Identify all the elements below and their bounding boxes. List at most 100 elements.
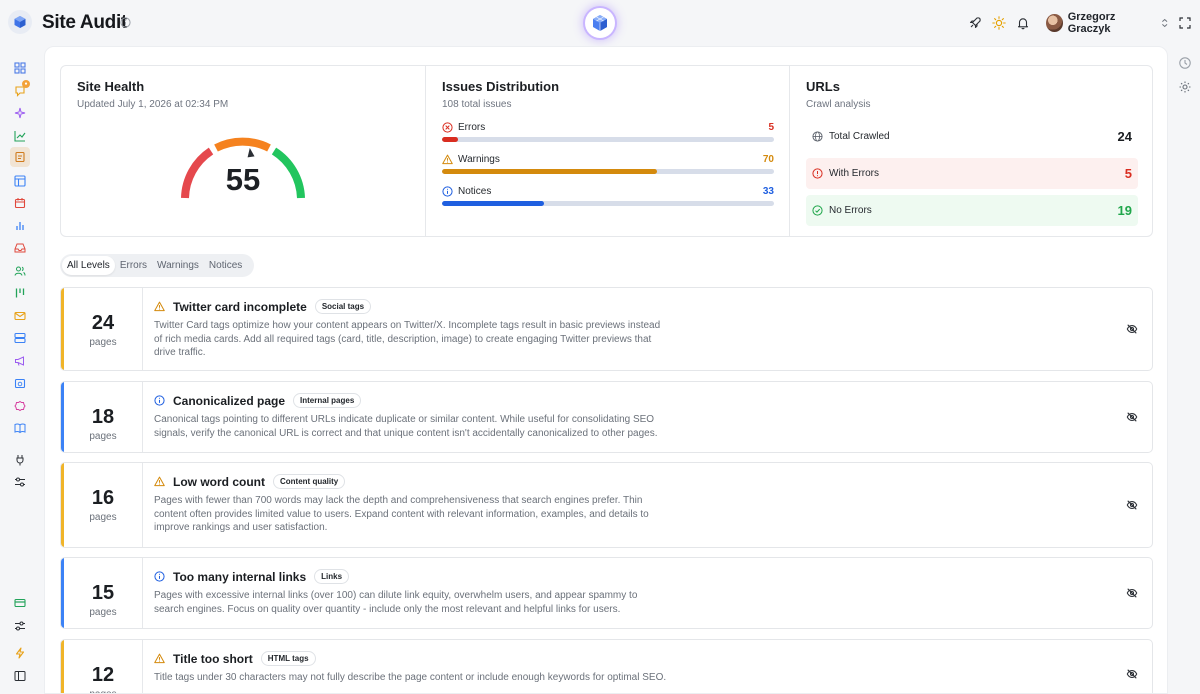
rocket-icon[interactable]: [968, 16, 982, 30]
info-circle-icon: [442, 186, 453, 197]
inbox-icon[interactable]: [10, 238, 30, 258]
user-menu[interactable]: Grzegorz Graczyk: [1042, 11, 1168, 35]
issue-header: Low word count Content quality: [154, 474, 346, 489]
issue-title[interactable]: Twitter card incomplete: [173, 300, 307, 314]
left-sidebar: ●: [0, 50, 40, 694]
check-circle-icon: [812, 205, 823, 216]
notices-label: Notices: [458, 186, 492, 197]
info-circle-icon: [154, 571, 165, 582]
affected-count-unit: pages: [89, 607, 117, 618]
line-chart-icon[interactable]: [10, 126, 30, 146]
affected-count-number: 18: [91, 406, 115, 428]
issue-category-tag: Links: [314, 569, 350, 584]
issue-card[interactable]: 12 pages Title too short HTML tags Title tag…: [60, 639, 1153, 693]
errors-label: Errors: [458, 122, 486, 133]
avatar: [1046, 14, 1063, 32]
fullscreen-icon[interactable]: [1178, 16, 1192, 30]
layout-icon[interactable]: [10, 171, 30, 191]
sun-icon[interactable]: [992, 16, 1006, 30]
sliders-icon[interactable]: [10, 472, 30, 492]
app-logo[interactable]: [8, 10, 32, 34]
notices-bar: [442, 201, 774, 206]
total-crawled-label: Total Crawled: [829, 131, 890, 142]
cube-grid-icon: [593, 15, 607, 31]
affected-count-number: 12: [91, 664, 115, 686]
issue-title[interactable]: Low word count: [173, 475, 265, 489]
issue-card[interactable]: 24 pages Twitter card incomplete Social tag…: [60, 287, 1153, 371]
issue-header: Twitter card incomplete Social tags: [154, 299, 372, 314]
tab-warnings[interactable]: Warnings: [152, 256, 204, 275]
badge-heart-icon[interactable]: [10, 396, 30, 416]
notices-count: 33: [762, 186, 774, 197]
level-filter-tabs: All Levels Errors Warnings Notices: [60, 254, 254, 277]
credit-card-icon[interactable]: [10, 593, 30, 613]
error-circle-icon: [442, 122, 453, 133]
calendar-clock-icon[interactable]: [10, 373, 30, 393]
issue-description: Title tags under 30 characters may not f…: [154, 672, 667, 683]
eye-off-icon[interactable]: [1126, 499, 1138, 511]
chevron-updown-icon: [1161, 18, 1167, 28]
issue-card[interactable]: 18 pages Canonicalized page Internal pages C…: [60, 381, 1153, 453]
users-icon[interactable]: [10, 261, 30, 281]
info-circle-icon: [154, 395, 165, 406]
history-icon[interactable]: [1178, 56, 1192, 70]
no-errors-label: No Errors: [829, 205, 872, 216]
book-icon[interactable]: [10, 418, 30, 438]
gauge-needle: [247, 147, 255, 158]
site-audit-icon[interactable]: [10, 147, 30, 167]
issue-title[interactable]: Title too short: [173, 652, 253, 666]
sparkles-icon[interactable]: [10, 103, 30, 123]
warning-triangle-icon: [154, 653, 165, 664]
tab-all-levels[interactable]: All Levels: [62, 256, 115, 275]
warning-triangle-icon: [442, 154, 453, 165]
megaphone-icon[interactable]: [10, 351, 30, 371]
chat-icon[interactable]: ●: [10, 80, 30, 101]
site-health-updated: Updated July 1, 2026 at 02:34 PM: [77, 99, 229, 110]
issue-card[interactable]: 16 pages Low word count Content quality Page…: [60, 462, 1153, 548]
urls-card: URLs Crawl analysis Total Crawled 24 Wit…: [789, 66, 1152, 236]
issue-title[interactable]: Too many internal links: [173, 570, 306, 584]
affected-count-number: 16: [91, 487, 115, 509]
tab-notices[interactable]: Notices: [204, 256, 247, 275]
eye-off-icon[interactable]: [1126, 411, 1138, 423]
settings-sliders-icon[interactable]: [10, 616, 30, 636]
tab-errors[interactable]: Errors: [115, 256, 152, 275]
with-errors-label: With Errors: [829, 168, 879, 179]
eye-off-icon[interactable]: [1126, 668, 1138, 680]
globe-icon: [812, 131, 823, 142]
bar-chart-icon[interactable]: [10, 216, 30, 236]
issue-header: Too many internal links Links: [154, 569, 350, 584]
urls-title: URLs: [806, 79, 840, 94]
center-cube-logo[interactable]: [585, 8, 615, 38]
site-health-title: Site Health: [77, 79, 145, 94]
dashboard-icon[interactable]: [10, 58, 30, 78]
eye-off-icon[interactable]: [1126, 587, 1138, 599]
notices-row: Notices 33: [442, 186, 774, 212]
user-name: Grzegorz Graczyk: [1067, 11, 1116, 35]
affected-count: 24 pages: [64, 288, 143, 370]
no-errors-value: 19: [1117, 203, 1132, 218]
warnings-bar: [442, 169, 774, 174]
plug-icon[interactable]: [10, 450, 30, 470]
server-icon[interactable]: [10, 328, 30, 348]
kanban-icon[interactable]: [10, 283, 30, 303]
mail-icon[interactable]: [10, 306, 30, 326]
warning-triangle-icon: [154, 476, 165, 487]
alert-circle-icon: [812, 168, 823, 179]
issue-header: Canonicalized page Internal pages: [154, 393, 362, 408]
sidebar-toggle-icon[interactable]: [10, 666, 30, 686]
issue-category-tag: Internal pages: [293, 393, 362, 408]
health-score: 55: [225, 162, 261, 197]
total-crawled-value: 24: [1117, 129, 1132, 144]
lightning-icon[interactable]: [10, 643, 30, 663]
issue-title[interactable]: Canonicalized page: [173, 394, 285, 408]
eye-off-icon[interactable]: [1126, 323, 1138, 335]
issue-card[interactable]: 15 pages Too many internal links Links Pages…: [60, 557, 1153, 629]
warnings-bar-fill: [442, 169, 658, 174]
bell-icon[interactable]: [1016, 16, 1030, 30]
calendar-icon[interactable]: [10, 193, 30, 213]
stats-panel: Site Health Updated July 1, 2026 at 02:3…: [60, 65, 1153, 237]
warnings-count: 70: [762, 154, 774, 165]
info-icon[interactable]: [120, 17, 131, 28]
gear-icon[interactable]: [1178, 80, 1192, 94]
